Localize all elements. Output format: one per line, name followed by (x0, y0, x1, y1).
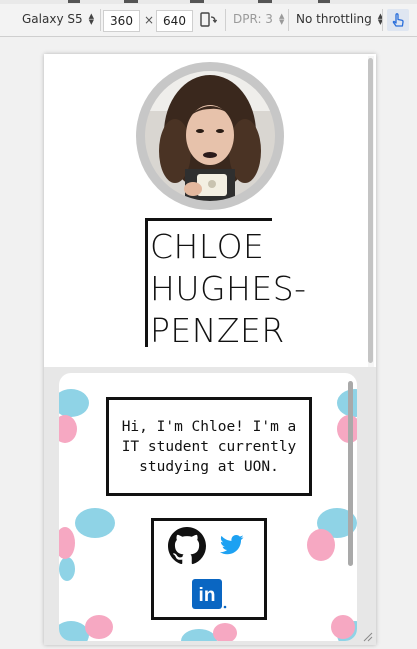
card-scrollbar-thumb[interactable] (348, 381, 353, 566)
dpr-select[interactable]: DPR: 3 ▲ ▼ (233, 12, 284, 26)
bio-text: Hi, I'm Chloe! I'm a IT student currentl… (122, 417, 297, 477)
toolbar-divider (100, 9, 101, 31)
rotate-icon[interactable] (199, 11, 218, 29)
bio-line: studying at UON. (139, 458, 279, 475)
dpr-label: DPR: 3 (233, 12, 273, 26)
resize-grip-icon[interactable] (363, 632, 373, 642)
device-toolbar: Galaxy S5 ▲ ▼ 360 × 640 DPR: 3 ▲ ▼ No thro… (0, 4, 417, 37)
select-arrows-icon: ▲ ▼ (278, 12, 285, 26)
github-icon[interactable] (168, 527, 206, 569)
linkedin-icon[interactable]: in (192, 579, 228, 613)
height-input[interactable]: 640 (156, 10, 193, 32)
viewport-scrollbar-thumb[interactable] (368, 58, 373, 363)
toolbar-divider (225, 9, 226, 31)
select-arrows-icon: ▲ ▼ (88, 12, 94, 26)
page-title: CHLOE HUGHES- PENZER (150, 226, 307, 352)
throttling-select[interactable]: No throttling ▲ ▼ (296, 12, 383, 26)
device-viewport[interactable]: CHLOE HUGHES- PENZER Hi, I'm Chloe! I'm … (44, 54, 376, 645)
device-select-label: Galaxy S5 (22, 12, 83, 26)
avatar (136, 62, 284, 210)
profile-photo (145, 71, 275, 201)
width-input[interactable]: 360 (103, 10, 140, 32)
toolbar-divider (382, 9, 383, 31)
name-line: PENZER (150, 311, 285, 350)
social-links-box: in (151, 518, 267, 620)
name-line: HUGHES- (150, 269, 307, 308)
bio-line: IT student currently (121, 438, 297, 455)
bio-box: Hi, I'm Chloe! I'm a IT student currentl… (106, 397, 312, 496)
toolbar-divider (288, 9, 289, 31)
touch-toggle-icon[interactable] (387, 9, 409, 31)
device-select[interactable]: Galaxy S5 ▲ ▼ (22, 12, 94, 26)
throttling-label: No throttling (296, 12, 372, 26)
dimension-separator: × (144, 13, 155, 27)
bio-line: Hi, I'm Chloe! I'm a (121, 418, 297, 435)
name-line: CHLOE (150, 227, 265, 266)
twitter-icon[interactable] (219, 535, 244, 559)
linkedin-text: in (199, 585, 216, 606)
content-card: Hi, I'm Chloe! I'm a IT student currentl… (59, 373, 357, 641)
